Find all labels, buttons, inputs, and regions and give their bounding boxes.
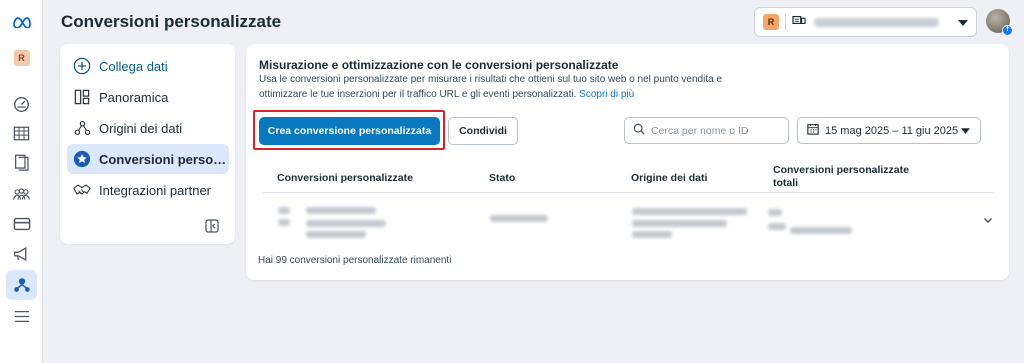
nav-label: Panoramica [99, 89, 169, 105]
megaphone-icon[interactable] [0, 240, 43, 268]
redacted-cell [306, 220, 386, 227]
nav-label: Conversioni perso… [99, 151, 227, 167]
date-range-picker[interactable]: 15 mag 2025 – 11 giu 2025 [797, 117, 981, 144]
search-icon [633, 122, 645, 140]
redacted-data-source [632, 231, 672, 238]
events-manager-icon[interactable] [6, 270, 37, 300]
nav-origini-dei-dati[interactable]: Origini dei dati [67, 113, 229, 143]
share-button[interactable]: Condividi [448, 117, 518, 145]
column-header-status[interactable]: Stato [489, 172, 515, 185]
data-sources-icon [73, 119, 91, 137]
audience-icon[interactable] [0, 180, 43, 208]
redacted-total [768, 209, 782, 216]
chevron-down-icon [961, 125, 970, 137]
meta-logo[interactable] [0, 8, 43, 36]
page-title: Conversioni personalizzate [61, 12, 282, 31]
nav-collega-dati[interactable]: Collega dati [67, 51, 229, 81]
redacted-cell [306, 231, 366, 238]
create-custom-conversion-button[interactable]: Crea conversione personalizzata [259, 117, 440, 145]
header-divider [263, 192, 994, 193]
facebook-icon: f [1002, 25, 1013, 36]
redacted-data-source [632, 208, 747, 215]
main-card: Misurazione e ottimizzazione con le conv… [246, 44, 1009, 280]
nav-panoramica[interactable]: Panoramica [67, 82, 229, 112]
left-rail: R [0, 0, 43, 363]
section-description: Usa le conversioni personalizzate per mi… [259, 72, 729, 102]
nav-label: Origini dei dati [99, 120, 183, 136]
section-heading: Misurazione e ottimizzazione con le conv… [259, 58, 619, 72]
user-avatar[interactable]: f [986, 9, 1013, 36]
handshake-icon [73, 181, 91, 199]
billing-icon[interactable] [0, 210, 43, 238]
column-header-data-source[interactable]: Origine dei dati [631, 172, 707, 185]
dashboard-icon[interactable] [0, 90, 43, 118]
remaining-count-note: Hai 99 conversioni personalizzate rimane… [258, 255, 452, 266]
divider [785, 14, 786, 30]
nav-label: Integrazioni partner [99, 182, 212, 198]
account-initial: R [763, 14, 779, 30]
side-navigation: Collega dati Panoramica Origini dei dati… [60, 44, 235, 244]
redacted-cell [306, 207, 376, 214]
nav-integrazioni-partner[interactable]: Integrazioni partner [67, 175, 229, 205]
search-box[interactable] [624, 117, 789, 144]
account-name-redacted [814, 17, 939, 27]
description-text: Usa le conversioni personalizzate per mi… [259, 74, 723, 100]
redacted-total [768, 223, 786, 230]
nav-label: Collega dati [99, 58, 168, 74]
redacted-status [490, 215, 548, 222]
redacted-cell [278, 219, 290, 226]
plus-circle-icon [73, 57, 91, 75]
chevron-down-icon [958, 13, 968, 31]
account-avatar[interactable]: R [0, 44, 43, 72]
expand-chevron-icon[interactable] [982, 213, 994, 225]
business-icon [792, 13, 806, 31]
collapse-panel-icon[interactable] [205, 219, 219, 233]
redacted-total [790, 227, 852, 234]
ad-account-selector[interactable]: R [754, 7, 977, 37]
date-range-label: 15 mag 2025 – 11 giu 2025 [825, 124, 959, 137]
menu-icon[interactable] [0, 302, 43, 330]
table-icon[interactable] [0, 119, 43, 147]
pages-icon[interactable] [0, 148, 43, 176]
redacted-cell [278, 207, 290, 214]
column-header-name[interactable]: Conversioni personalizzate [277, 172, 413, 185]
column-header-total[interactable]: Conversioni personalizzate totali [773, 164, 923, 190]
redacted-data-source [632, 220, 727, 227]
star-badge-icon [73, 150, 91, 168]
layout-icon [73, 88, 91, 106]
nav-conversioni-personalizzate[interactable]: Conversioni perso… [67, 144, 229, 174]
learn-more-link[interactable]: Scopri di più [579, 89, 634, 100]
calendar-icon [807, 123, 819, 138]
search-input[interactable] [651, 124, 781, 137]
